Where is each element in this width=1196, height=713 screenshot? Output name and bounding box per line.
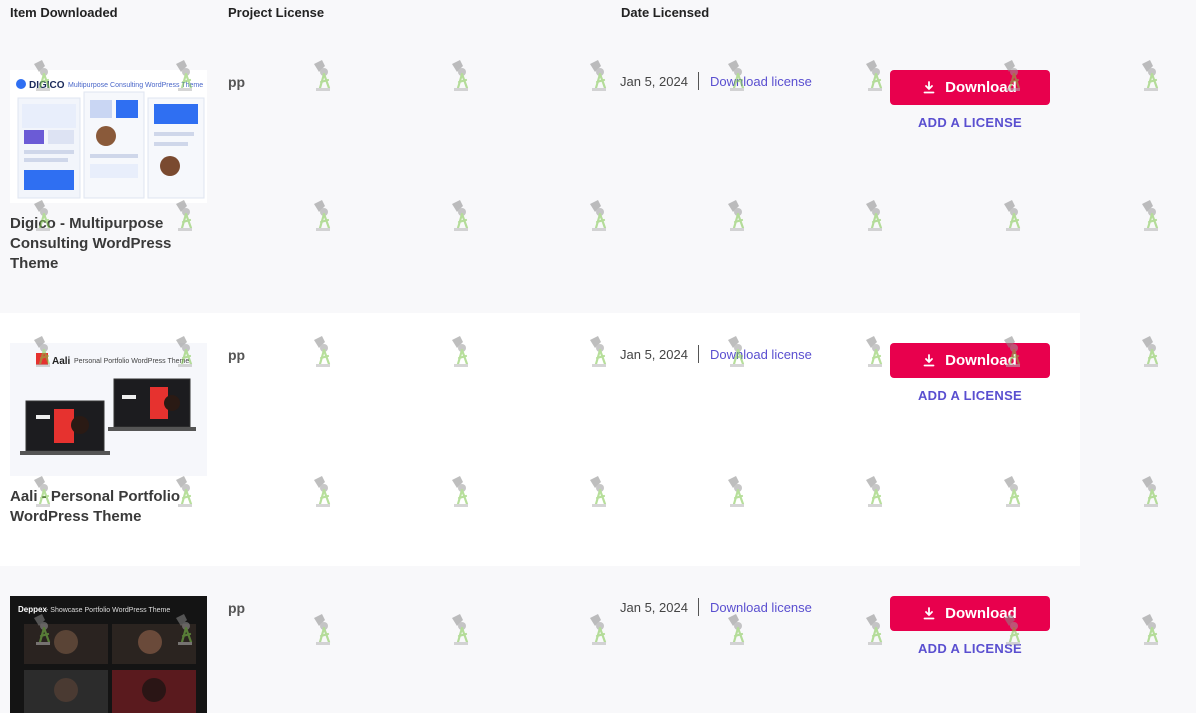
table-header: Item Downloaded Project License Date Lic…: [0, 0, 1196, 28]
header-date-licensed: Date Licensed: [621, 5, 710, 20]
thumb-brand: Deppex: [18, 605, 47, 614]
item-thumbnail[interactable]: Deppex - Showcase Portfolio WordPress Th…: [10, 596, 207, 713]
watermark-icon: [1138, 334, 1164, 370]
item-title[interactable]: Digico - Multipurpose Consulting WordPre…: [10, 214, 210, 274]
add-license-link[interactable]: ADD A LICENSE: [890, 115, 1050, 130]
download-license-link[interactable]: Download license: [710, 74, 812, 89]
separator: [698, 345, 699, 363]
download-license-link[interactable]: Download license: [710, 347, 812, 362]
table-row: Aali Personal Portfolio WordPress Theme …: [0, 313, 1080, 566]
thumb-caption: - Showcase Portfolio WordPress Theme: [46, 607, 170, 614]
download-button[interactable]: Download: [890, 70, 1050, 105]
separator: [698, 72, 699, 90]
item-title[interactable]: Aali - Personal Portfolio WordPress Them…: [10, 487, 210, 527]
download-button-label: Download: [945, 352, 1017, 369]
download-icon: [923, 354, 935, 367]
thumb-brand: DIGICO: [29, 80, 65, 91]
download-button[interactable]: Download: [890, 596, 1050, 631]
download-button-label: Download: [945, 79, 1017, 96]
table-row: Deppex - Showcase Portfolio WordPress Th…: [0, 566, 1080, 713]
download-license-link[interactable]: Download license: [710, 600, 812, 615]
project-license: pp: [228, 347, 246, 363]
watermark-icon: [1138, 58, 1164, 94]
download-icon: [923, 607, 935, 620]
add-license-link[interactable]: ADD A LICENSE: [890, 641, 1050, 656]
add-license-link[interactable]: ADD A LICENSE: [890, 388, 1050, 403]
watermark-icon: [1138, 612, 1164, 648]
date-licensed: Jan 5, 2024: [620, 347, 688, 362]
header-item-downloaded: Item Downloaded: [10, 5, 118, 20]
watermark-icon: [1138, 198, 1164, 234]
project-license: pp: [228, 600, 246, 616]
download-button[interactable]: Download: [890, 343, 1050, 378]
header-project-license: Project License: [228, 5, 325, 20]
date-licensed: Jan 5, 2024: [620, 600, 688, 615]
table-row: DIGICO Multipurpose Consulting WordPress…: [0, 40, 1080, 313]
thumb-caption: Multipurpose Consulting WordPress Theme: [68, 82, 203, 89]
watermark-icon: [1138, 474, 1164, 510]
item-thumbnail[interactable]: Aali Personal Portfolio WordPress Theme: [10, 343, 207, 476]
item-thumbnail[interactable]: DIGICO Multipurpose Consulting WordPress…: [10, 70, 207, 203]
download-button-label: Download: [945, 605, 1017, 622]
download-icon: [923, 81, 935, 94]
thumb-caption: Personal Portfolio WordPress Theme: [74, 358, 189, 365]
thumb-brand: Aali: [52, 356, 71, 367]
date-licensed: Jan 5, 2024: [620, 74, 688, 89]
project-license: pp: [228, 74, 246, 90]
separator: [698, 598, 699, 616]
